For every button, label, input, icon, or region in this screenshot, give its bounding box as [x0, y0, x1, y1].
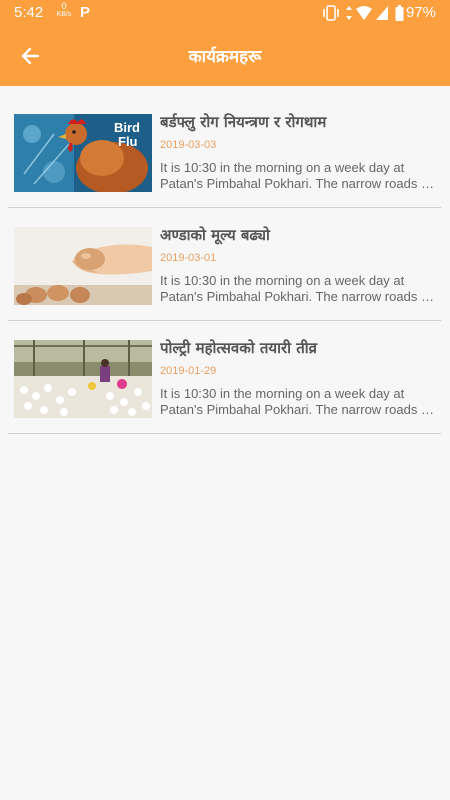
wifi-icon — [356, 6, 372, 20]
battery-icon — [395, 5, 404, 21]
list-item[interactable]: Bird Flu बर्डफ्लु रोग नियन्त्रण र रोगथाम… — [8, 95, 441, 208]
bird-flu-image-text-1: Bird — [114, 120, 140, 135]
description-line-2: Patan's Pimbahal Pokhari. The narrow roa… — [160, 402, 437, 417]
eggs-thumbnail — [14, 227, 152, 305]
data-arrows-icon — [346, 6, 352, 20]
net-speed-value: 0 — [61, 1, 67, 11]
description-line-1: It is 10:30 in the morning on a week day… — [160, 273, 405, 288]
net-speed-unit: KB/s — [56, 11, 72, 18]
status-bar: 5:42 0 KB/s P 97% — [0, 0, 450, 26]
description-line-1: It is 10:30 in the morning on a week day… — [160, 386, 405, 401]
item-date: 2019-01-29 — [160, 365, 217, 377]
bird-flu-thumbnail: Bird Flu — [14, 114, 152, 192]
notification-p-icon: P — [80, 4, 91, 21]
page-title: कार्यक्रमहरू — [188, 47, 262, 67]
description-line-1: It is 10:30 in the morning on a week day… — [160, 160, 405, 175]
item-description: It is 10:30 in the morning on a week day… — [160, 386, 437, 418]
item-description: It is 10:30 in the morning on a week day… — [160, 160, 437, 192]
description-line-2: Patan's Pimbahal Pokhari. The narrow roa… — [160, 176, 437, 191]
poultry-farm-thumbnail — [14, 340, 152, 418]
list-item[interactable]: पोल्ट्री महोत्सवको तयारी तीव्र 2019-01-2… — [8, 321, 441, 434]
program-list: Bird Flu बर्डफ्लु रोग नियन्त्रण र रोगथाम… — [8, 95, 441, 434]
item-title: पोल्ट्री महोत्सवको तयारी तीव्र — [160, 339, 317, 357]
bird-flu-image-text-2: Flu — [118, 134, 138, 149]
net-speed: 0 KB/s — [56, 2, 72, 19]
item-date: 2019-03-03 — [160, 139, 217, 151]
battery-percent: 97% — [405, 4, 436, 21]
vibrate-icon — [323, 5, 339, 21]
item-date: 2019-03-01 — [160, 252, 217, 264]
list-item[interactable]: अण्डाको मूल्य बढ्यो 2019-03-01 It is 10:… — [8, 208, 441, 321]
item-title: अण्डाको मूल्य बढ्यो — [160, 226, 270, 244]
item-description: It is 10:30 in the morning on a week day… — [160, 273, 437, 305]
description-line-2: Patan's Pimbahal Pokhari. The narrow roa… — [160, 289, 437, 304]
item-title: बर्डफ्लु रोग नियन्त्रण र रोगथाम — [160, 113, 327, 131]
signal-icon — [376, 6, 388, 20]
app-bar: 5:42 0 KB/s P 97% कार्यक्रमहरू — [0, 0, 450, 86]
status-time: 5:42 — [14, 4, 44, 21]
